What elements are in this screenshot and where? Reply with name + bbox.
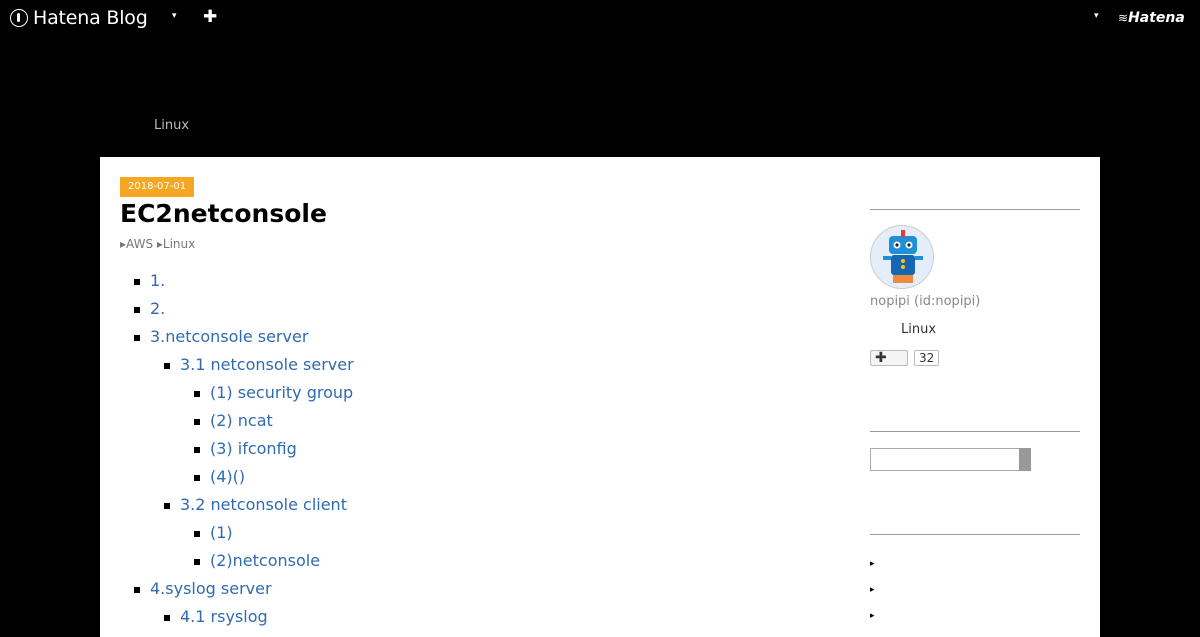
toc-item[interactable]: (2) ncat	[194, 411, 273, 430]
global-header: Hatena Blog ▾ ✚ ▾ ≋ Hatena	[0, 0, 1200, 36]
entry-categories: ▸AWS ▸Linux	[120, 237, 195, 251]
toc-item[interactable]: 4.1 rsyslog	[164, 607, 268, 626]
new-post-plus-icon[interactable]: ✚	[203, 7, 217, 27]
logo-text: Hatena Blog	[33, 7, 148, 29]
toc-item[interactable]: (1)	[194, 523, 233, 542]
toc-item[interactable]: (4)()	[193, 467, 245, 486]
search-button[interactable]	[1019, 448, 1031, 471]
subscribe-button[interactable]: ✚	[870, 350, 908, 366]
hatena-blog-logo[interactable]: Hatena Blog	[10, 6, 148, 30]
toc-item[interactable]: (1) security group	[193, 383, 353, 402]
sidebar-divider	[870, 431, 1080, 432]
toc-item[interactable]: (2)netconsole	[193, 551, 320, 570]
subscriber-count: 32	[914, 350, 940, 366]
toc-item[interactable]: 2.	[133, 299, 165, 318]
user-menu-chevron-down-icon[interactable]: ▾	[1094, 11, 1099, 21]
sidebar-divider	[870, 209, 1080, 210]
hatena-logo[interactable]: ≋ Hatena	[1118, 10, 1185, 26]
main-container: 2018-07-01 EC2netconsole ▸AWS ▸Linux 1. …	[100, 157, 1100, 637]
archive-toggle-icon[interactable]: ▸	[870, 611, 875, 621]
avatar[interactable]	[870, 225, 934, 289]
toc-item[interactable]: 4.syslog server	[134, 579, 272, 598]
hatena-blog-icon	[10, 9, 28, 27]
search-input[interactable]	[870, 448, 1020, 471]
category-linux[interactable]: ▸Linux	[157, 237, 195, 251]
blog-description: Linux	[154, 118, 190, 133]
entry-title[interactable]: EC2netconsole	[120, 199, 327, 228]
toc-item[interactable]: 3.2 netconsole client	[164, 495, 347, 514]
hatena-icon: ≋	[1118, 11, 1128, 25]
profile-description: Linux	[901, 322, 937, 337]
blog-menu-chevron-down-icon[interactable]: ▾	[172, 11, 177, 21]
toc-item[interactable]: (3) ifconfig	[194, 439, 297, 458]
hatena-logo-text: Hatena	[1128, 10, 1185, 26]
archive-toggle-icon[interactable]: ▸	[870, 559, 875, 569]
toc-item[interactable]: 3.1 netconsole server	[164, 355, 354, 374]
archive-toggle-icon[interactable]: ▸	[870, 585, 875, 595]
toc-item[interactable]: 3.netconsole server	[133, 327, 308, 346]
sidebar-divider	[870, 534, 1080, 535]
robot-avatar-icon	[871, 226, 933, 288]
category-aws[interactable]: ▸AWS	[120, 237, 153, 251]
entry-date[interactable]: 2018-07-01	[120, 177, 195, 197]
toc-item[interactable]: 1.	[133, 271, 165, 290]
profile-id[interactable]: nopipi (id:nopipi)	[870, 294, 980, 309]
